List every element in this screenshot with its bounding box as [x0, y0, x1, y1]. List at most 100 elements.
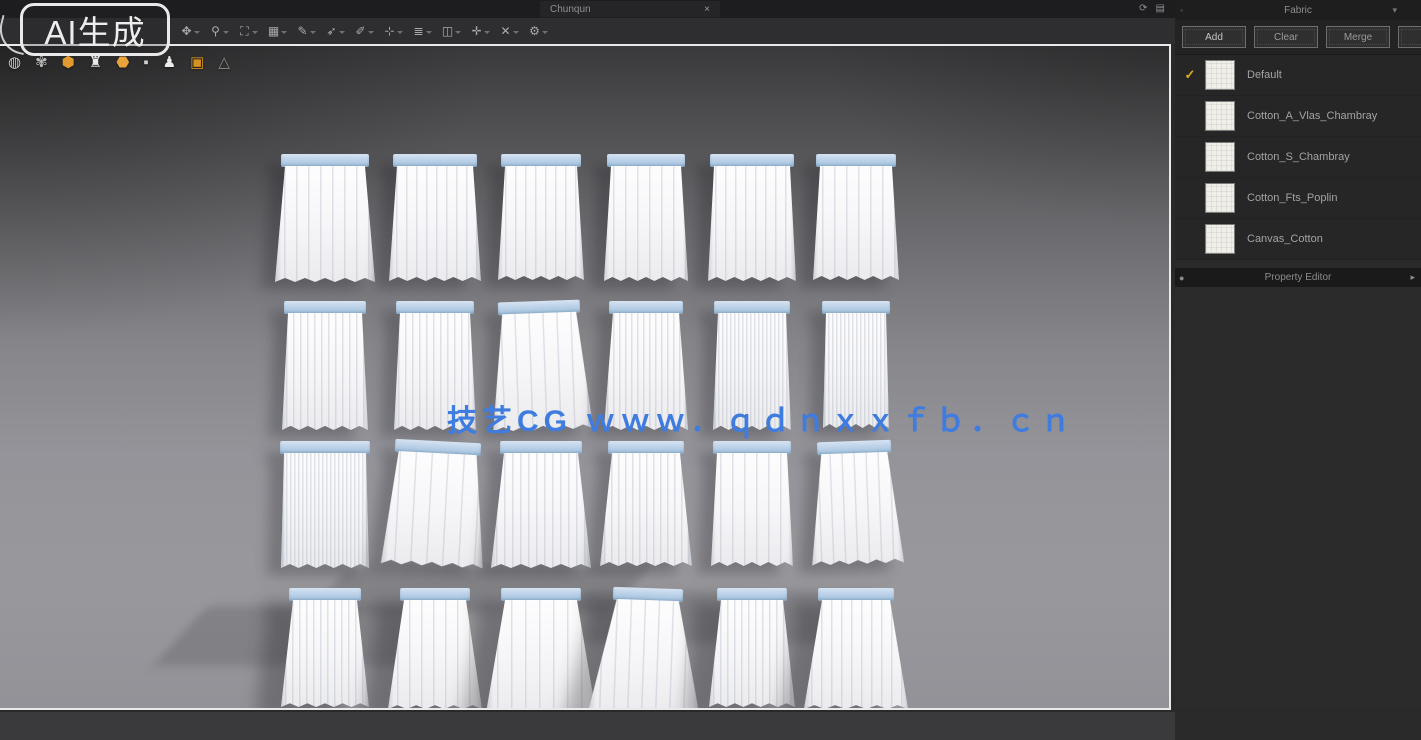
- pose-gold-icon[interactable]: ⬢: [62, 54, 75, 72]
- sync-icon[interactable]: ⟳: [1139, 3, 1147, 14]
- skirt-waistband: [501, 154, 581, 167]
- fabric-swatch[interactable]: [1205, 60, 1235, 90]
- figure-icon[interactable]: ♟: [163, 54, 176, 72]
- skirt-model-r3-c2[interactable]: [378, 438, 492, 569]
- pen-tool-icon[interactable]: ✎: [294, 23, 311, 40]
- skirt-body: [706, 600, 798, 707]
- skirt-model-r1-c1[interactable]: [272, 154, 378, 283]
- add-button[interactable]: Add: [1182, 26, 1246, 48]
- titlebar: Chunqun × ⟳▤: [0, 0, 1175, 18]
- seam-lines-tool-icon[interactable]: ≣: [410, 23, 427, 40]
- section-expand-icon[interactable]: ▸: [1410, 272, 1415, 283]
- sewing-tool-icon[interactable]: ➶: [323, 23, 340, 40]
- main-toolbar: ✥ ⚲ ⛶ ▦ ✎ ➶ ✐ ⊹ ≣ ◫ ✛ ✕ ⚙: [0, 18, 1175, 44]
- titlebar-right-icons: ⟳▤: [1139, 3, 1165, 14]
- skirt-waistband: [284, 301, 366, 314]
- preset-gold-icon[interactable]: ▣: [190, 54, 204, 72]
- skirt-waistband: [822, 301, 890, 314]
- skirt-model-r3-c6[interactable]: [805, 439, 907, 566]
- skirt-body: [708, 453, 796, 566]
- fabric-row[interactable]: Canvas_Cotton: [1175, 219, 1421, 260]
- skirt-model-r1-c5[interactable]: [705, 154, 799, 282]
- skirt-model-r2-c1[interactable]: [279, 301, 371, 431]
- fabric-row[interactable]: Cotton_A_Vlas_Chambray: [1175, 96, 1421, 137]
- fabric-swatch[interactable]: [1205, 224, 1235, 254]
- skirt-model-r1-c4[interactable]: [601, 154, 691, 282]
- select-tool-icon[interactable]: ✥: [178, 23, 195, 40]
- skirt-waistband: [393, 154, 477, 167]
- skirt-waistband: [400, 588, 470, 601]
- panel-menu-icon[interactable]: ▾: [1392, 5, 1397, 16]
- document-tab[interactable]: Chunqun ×: [540, 1, 720, 17]
- avatar-icon[interactable]: ◍: [8, 54, 21, 72]
- skirt-body: [810, 166, 902, 280]
- skirt-model-r3-c5[interactable]: [708, 441, 796, 567]
- skirt-model-r4-c1[interactable]: [278, 588, 372, 708]
- fabric-gold-icon[interactable]: ⬣: [116, 54, 129, 72]
- skirt-model-r4-c6[interactable]: [801, 588, 911, 710]
- transform-tool-icon[interactable]: ✛: [468, 23, 485, 40]
- ai-generated-badge: AI生成: [20, 3, 170, 56]
- skirt-body: [601, 166, 691, 281]
- skirt-model-r1-c3[interactable]: [495, 154, 587, 281]
- fabric-swatch[interactable]: [1205, 183, 1235, 213]
- viewport-3d[interactable]: ◍✾⬢♜⬣▪♟▣△ 技艺CG ｗｗｗ．ｑｄｎｘｘｆｂ．ｃｎ: [0, 44, 1171, 710]
- skirt-model-r3-c1[interactable]: [278, 441, 372, 569]
- load-icon[interactable]: △: [218, 54, 230, 72]
- hair-icon[interactable]: ✾: [35, 54, 48, 72]
- layout-icon[interactable]: ▤: [1156, 3, 1165, 14]
- settings-tool-icon[interactable]: ⚙: [526, 23, 543, 40]
- skirt-model-r4-c5[interactable]: [706, 588, 798, 708]
- cut-tool-icon[interactable]: ✕: [497, 23, 514, 40]
- skirt-waistband: [713, 441, 791, 454]
- skirt-model-r4-c2[interactable]: [385, 588, 485, 710]
- fabric-row[interactable]: Cotton_S_Chambray: [1175, 137, 1421, 178]
- fabric-panel: ◦ Fabric ▾ AddClearMergeSub ✓DefaultCott…: [1175, 0, 1421, 740]
- skirt-waistband: [816, 154, 896, 167]
- skirt-waistband: [280, 441, 370, 454]
- skirt-body: [597, 453, 695, 566]
- ai-generated-badge-label: AI生成: [44, 6, 145, 54]
- sub-button[interactable]: Sub: [1398, 26, 1421, 48]
- mannequin-icon[interactable]: ♜: [89, 54, 102, 72]
- pin-tool-icon[interactable]: ⚲: [207, 23, 224, 40]
- skirt-model-r1-c6[interactable]: [810, 154, 902, 281]
- avatar-toolbar: ◍ ✾ ⬢ ♜ ⬣ ▪ ♟ ▣ △: [8, 54, 230, 72]
- skirt-waistband: [710, 154, 794, 167]
- fabric-name: Cotton_S_Chambray: [1247, 151, 1350, 163]
- skirt-waistband: [396, 301, 474, 314]
- check-icon: ✓: [1175, 67, 1205, 83]
- skirt-body: [585, 598, 707, 710]
- panel-dot-icon: ◦: [1180, 5, 1183, 15]
- skirt-model-r4-c3[interactable]: [483, 588, 599, 710]
- fabric-swatch[interactable]: [1205, 142, 1235, 172]
- fold-tool-icon[interactable]: ◫: [439, 23, 456, 40]
- property-editor-body: [1175, 287, 1421, 707]
- skirt-model-r4-c4[interactable]: [585, 586, 707, 710]
- section-dot-icon: ●: [1179, 273, 1184, 283]
- skirt-model-r3-c4[interactable]: [597, 441, 695, 567]
- add-point-tool-icon[interactable]: ⊹: [381, 23, 398, 40]
- fabric-name: Canvas_Cotton: [1247, 233, 1323, 245]
- trace-tool-icon[interactable]: ✐: [352, 23, 369, 40]
- fabric-row[interactable]: Cotton_Fts_Poplin: [1175, 178, 1421, 219]
- skirt-body: [488, 453, 594, 568]
- skirt-body: [385, 600, 485, 709]
- skirt-body: [483, 600, 599, 710]
- clear-button[interactable]: Clear: [1254, 26, 1318, 48]
- skirt-waistband: [609, 301, 683, 314]
- fabric-list: ✓DefaultCotton_A_Vlas_Chambray Cotton_S_C…: [1175, 54, 1421, 260]
- merge-button[interactable]: Merge: [1326, 26, 1390, 48]
- skirt-model-r1-c2[interactable]: [386, 154, 484, 282]
- skirt-model-r3-c3[interactable]: [488, 441, 594, 569]
- fabric-panel-header[interactable]: ◦ Fabric ▾: [1175, 0, 1421, 20]
- skirt-body: [801, 600, 911, 709]
- skirt-body: [805, 451, 907, 565]
- pin-small-icon[interactable]: ▪: [143, 54, 148, 72]
- fabric-row[interactable]: ✓Default: [1175, 55, 1421, 96]
- property-editor-section[interactable]: ● Property Editor ▸: [1175, 268, 1421, 287]
- pattern-grid-tool-icon[interactable]: ▦: [265, 23, 282, 40]
- fabric-swatch[interactable]: [1205, 101, 1235, 131]
- tab-close-icon[interactable]: ×: [704, 4, 710, 15]
- marquee-tool-icon[interactable]: ⛶: [236, 23, 253, 40]
